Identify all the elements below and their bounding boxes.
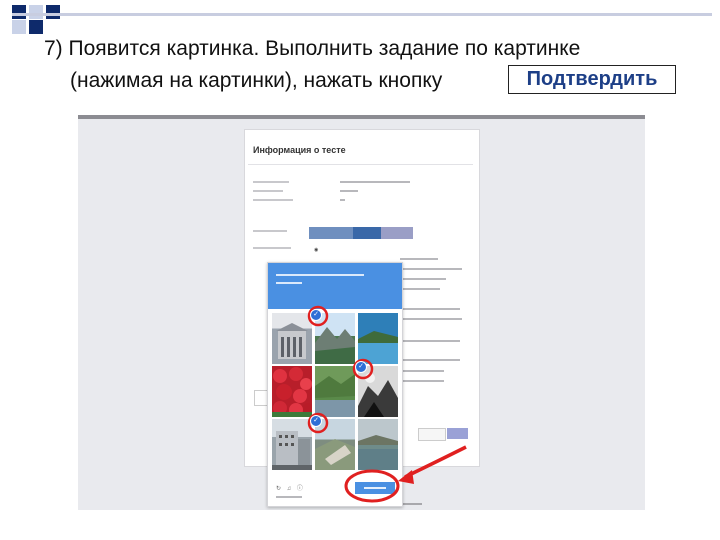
confirm-label-box: Подтвердить <box>508 65 676 94</box>
captcha-tile-city[interactable] <box>272 419 312 470</box>
info-row <box>253 230 287 232</box>
browser-bar <box>78 115 645 119</box>
captcha-header <box>268 263 402 309</box>
decor-square <box>12 5 26 19</box>
captcha-instructions-line <box>276 274 364 276</box>
text-line <box>400 370 444 372</box>
captcha-tile-aerial[interactable] <box>315 419 355 470</box>
text-line <box>400 340 460 342</box>
info-row <box>253 181 289 183</box>
audio-icon[interactable]: ♫ <box>287 486 294 492</box>
captcha-instructions-line <box>276 282 302 284</box>
info-value <box>340 190 358 192</box>
text-line <box>400 258 438 260</box>
captcha-tile-building[interactable] <box>272 313 312 364</box>
selected-check-icon: ✓ <box>310 309 322 321</box>
info-icon[interactable]: ⓘ <box>297 486 305 492</box>
decor-square <box>29 20 43 34</box>
text-line <box>400 288 440 290</box>
text-line <box>400 318 462 320</box>
info-value <box>340 181 410 183</box>
captcha-tile-sea[interactable] <box>358 313 398 364</box>
send-button[interactable] <box>447 428 468 439</box>
instruction-line-2: (нажимая на картинки), нажать кнопку <box>70 69 443 92</box>
divider <box>248 164 473 165</box>
text-line <box>400 380 444 382</box>
decor-square <box>29 5 43 19</box>
refresh-icon[interactable]: ↻ <box>276 486 283 492</box>
embedded-screenshot: Информация о тесте ◉ ✓ ✓ ✓ ↻ ♫ ⓘ <box>78 115 645 510</box>
instruction-line-1: 7) Появится картинка. Выполнить задание … <box>44 37 581 60</box>
text-line <box>400 268 462 270</box>
info-value <box>340 199 345 201</box>
info-row <box>253 247 291 249</box>
image-captcha-popup: ✓ ✓ ✓ ↻ ♫ ⓘ <box>267 262 403 507</box>
captcha-help-link-line <box>276 496 302 498</box>
captcha-tile-bw-photo[interactable] <box>358 366 398 417</box>
top-rule <box>12 13 712 16</box>
captcha-tools: ↻ ♫ ⓘ <box>276 483 305 492</box>
text-line <box>400 278 446 280</box>
info-row <box>253 199 293 201</box>
panel-title: Информация о тесте <box>253 145 346 155</box>
text-line <box>400 308 460 310</box>
captcha-tile-flowers[interactable] <box>272 366 312 417</box>
captcha-tile-lake[interactable] <box>358 419 398 470</box>
captcha-tile-river[interactable] <box>315 366 355 417</box>
captcha-confirm-label-line <box>364 487 386 489</box>
captcha-image-grid: ✓ ✓ ✓ <box>272 309 398 470</box>
radio-option[interactable]: ◉ <box>314 247 318 253</box>
decor-square <box>46 5 60 19</box>
text-line <box>400 359 460 361</box>
selected-check-icon: ✓ <box>355 361 367 373</box>
captcha-tile-mountains[interactable] <box>315 313 355 364</box>
tab-2[interactable] <box>353 227 381 239</box>
mode-tabs <box>309 227 413 239</box>
next-button[interactable] <box>418 428 446 441</box>
footer-text <box>400 503 422 505</box>
tab-1[interactable] <box>309 227 353 239</box>
tab-3[interactable] <box>381 227 413 239</box>
selected-check-icon: ✓ <box>310 415 322 427</box>
info-row <box>253 190 283 192</box>
decor-square <box>12 20 26 34</box>
